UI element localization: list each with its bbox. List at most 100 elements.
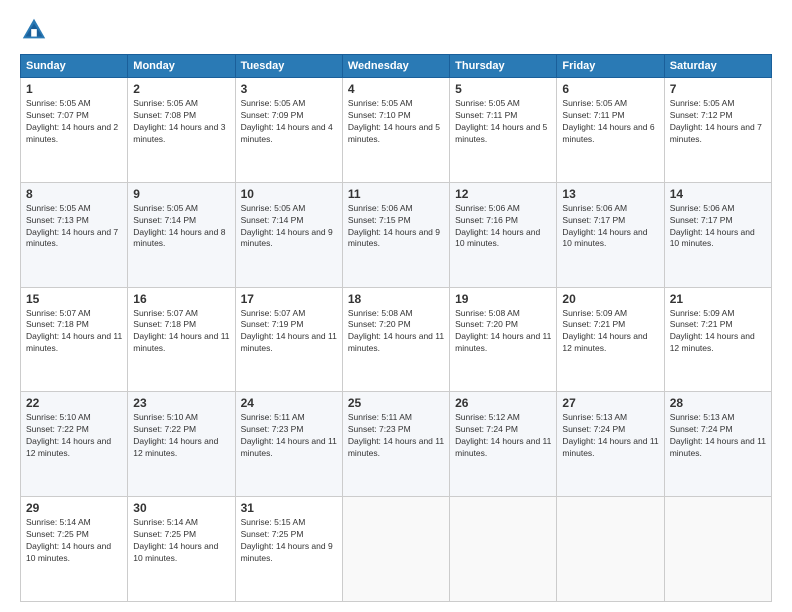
day-info: Sunrise: 5:07 AM Sunset: 7:18 PM Dayligh… xyxy=(133,308,229,356)
calendar-cell: 22 Sunrise: 5:10 AM Sunset: 7:22 PM Dayl… xyxy=(21,392,128,497)
daylight-label: Daylight: 14 hours and 9 minutes. xyxy=(241,541,333,563)
sunset-label: Sunset: 7:14 PM xyxy=(133,215,196,225)
sunset-label: Sunset: 7:09 PM xyxy=(241,110,304,120)
calendar-cell: 9 Sunrise: 5:05 AM Sunset: 7:14 PM Dayli… xyxy=(128,182,235,287)
day-info: Sunrise: 5:06 AM Sunset: 7:15 PM Dayligh… xyxy=(348,203,444,251)
day-number: 1 xyxy=(26,82,122,96)
calendar-cell: 7 Sunrise: 5:05 AM Sunset: 7:12 PM Dayli… xyxy=(664,78,771,183)
calendar-cell: 2 Sunrise: 5:05 AM Sunset: 7:08 PM Dayli… xyxy=(128,78,235,183)
sunset-label: Sunset: 7:15 PM xyxy=(348,215,411,225)
calendar-cell: 26 Sunrise: 5:12 AM Sunset: 7:24 PM Dayl… xyxy=(450,392,557,497)
daylight-label: Daylight: 14 hours and 3 minutes. xyxy=(133,122,225,144)
day-number: 15 xyxy=(26,292,122,306)
day-info: Sunrise: 5:07 AM Sunset: 7:19 PM Dayligh… xyxy=(241,308,337,356)
day-info: Sunrise: 5:06 AM Sunset: 7:17 PM Dayligh… xyxy=(670,203,766,251)
sunrise-label: Sunrise: 5:13 AM xyxy=(670,412,735,422)
sunset-label: Sunset: 7:17 PM xyxy=(670,215,733,225)
day-info: Sunrise: 5:12 AM Sunset: 7:24 PM Dayligh… xyxy=(455,412,551,460)
day-number: 4 xyxy=(348,82,444,96)
day-info: Sunrise: 5:13 AM Sunset: 7:24 PM Dayligh… xyxy=(670,412,766,460)
day-header-monday: Monday xyxy=(128,55,235,78)
day-info: Sunrise: 5:09 AM Sunset: 7:21 PM Dayligh… xyxy=(562,308,658,356)
sunset-label: Sunset: 7:14 PM xyxy=(241,215,304,225)
day-info: Sunrise: 5:05 AM Sunset: 7:07 PM Dayligh… xyxy=(26,98,122,146)
sunrise-label: Sunrise: 5:10 AM xyxy=(26,412,91,422)
day-number: 25 xyxy=(348,396,444,410)
day-number: 20 xyxy=(562,292,658,306)
day-info: Sunrise: 5:15 AM Sunset: 7:25 PM Dayligh… xyxy=(241,517,337,565)
daylight-label: Daylight: 14 hours and 9 minutes. xyxy=(348,227,440,249)
daylight-label: Daylight: 14 hours and 11 minutes. xyxy=(348,436,444,458)
day-number: 5 xyxy=(455,82,551,96)
day-info: Sunrise: 5:14 AM Sunset: 7:25 PM Dayligh… xyxy=(26,517,122,565)
sunset-label: Sunset: 7:18 PM xyxy=(133,319,196,329)
sunset-label: Sunset: 7:19 PM xyxy=(241,319,304,329)
day-info: Sunrise: 5:05 AM Sunset: 7:10 PM Dayligh… xyxy=(348,98,444,146)
day-header-tuesday: Tuesday xyxy=(235,55,342,78)
daylight-label: Daylight: 14 hours and 11 minutes. xyxy=(241,436,337,458)
sunset-label: Sunset: 7:24 PM xyxy=(562,424,625,434)
sunrise-label: Sunrise: 5:06 AM xyxy=(455,203,520,213)
sunset-label: Sunset: 7:17 PM xyxy=(562,215,625,225)
calendar-week-row: 1 Sunrise: 5:05 AM Sunset: 7:07 PM Dayli… xyxy=(21,78,772,183)
sunset-label: Sunset: 7:07 PM xyxy=(26,110,89,120)
day-number: 7 xyxy=(670,82,766,96)
day-number: 18 xyxy=(348,292,444,306)
day-info: Sunrise: 5:05 AM Sunset: 7:12 PM Dayligh… xyxy=(670,98,766,146)
daylight-label: Daylight: 14 hours and 10 minutes. xyxy=(26,541,111,563)
daylight-label: Daylight: 14 hours and 11 minutes. xyxy=(133,331,229,353)
day-header-wednesday: Wednesday xyxy=(342,55,449,78)
sunset-label: Sunset: 7:11 PM xyxy=(562,110,624,120)
calendar-cell: 11 Sunrise: 5:06 AM Sunset: 7:15 PM Dayl… xyxy=(342,182,449,287)
sunset-label: Sunset: 7:25 PM xyxy=(26,529,89,539)
day-number: 2 xyxy=(133,82,229,96)
calendar-cell xyxy=(342,497,449,602)
sunset-label: Sunset: 7:21 PM xyxy=(562,319,625,329)
daylight-label: Daylight: 14 hours and 11 minutes. xyxy=(455,436,551,458)
sunrise-label: Sunrise: 5:15 AM xyxy=(241,517,306,527)
sunset-label: Sunset: 7:21 PM xyxy=(670,319,733,329)
calendar-cell: 31 Sunrise: 5:15 AM Sunset: 7:25 PM Dayl… xyxy=(235,497,342,602)
day-number: 14 xyxy=(670,187,766,201)
sunrise-label: Sunrise: 5:05 AM xyxy=(26,203,91,213)
daylight-label: Daylight: 14 hours and 5 minutes. xyxy=(348,122,440,144)
day-number: 29 xyxy=(26,501,122,515)
calendar-table: SundayMondayTuesdayWednesdayThursdayFrid… xyxy=(20,54,772,602)
day-info: Sunrise: 5:10 AM Sunset: 7:22 PM Dayligh… xyxy=(133,412,229,460)
day-number: 12 xyxy=(455,187,551,201)
sunrise-label: Sunrise: 5:05 AM xyxy=(562,98,627,108)
day-number: 11 xyxy=(348,187,444,201)
calendar-header-row: SundayMondayTuesdayWednesdayThursdayFrid… xyxy=(21,55,772,78)
day-number: 19 xyxy=(455,292,551,306)
daylight-label: Daylight: 14 hours and 11 minutes. xyxy=(241,331,337,353)
day-info: Sunrise: 5:10 AM Sunset: 7:22 PM Dayligh… xyxy=(26,412,122,460)
day-number: 6 xyxy=(562,82,658,96)
calendar-cell: 27 Sunrise: 5:13 AM Sunset: 7:24 PM Dayl… xyxy=(557,392,664,497)
sunset-label: Sunset: 7:10 PM xyxy=(348,110,411,120)
sunrise-label: Sunrise: 5:14 AM xyxy=(26,517,91,527)
sunrise-label: Sunrise: 5:08 AM xyxy=(455,308,520,318)
sunrise-label: Sunrise: 5:07 AM xyxy=(241,308,306,318)
logo-icon xyxy=(20,16,48,44)
daylight-label: Daylight: 14 hours and 10 minutes. xyxy=(562,227,647,249)
sunrise-label: Sunrise: 5:05 AM xyxy=(26,98,91,108)
daylight-label: Daylight: 14 hours and 12 minutes. xyxy=(133,436,218,458)
day-number: 26 xyxy=(455,396,551,410)
daylight-label: Daylight: 14 hours and 8 minutes. xyxy=(133,227,225,249)
sunset-label: Sunset: 7:08 PM xyxy=(133,110,196,120)
calendar-cell: 17 Sunrise: 5:07 AM Sunset: 7:19 PM Dayl… xyxy=(235,287,342,392)
daylight-label: Daylight: 14 hours and 11 minutes. xyxy=(348,331,444,353)
sunset-label: Sunset: 7:20 PM xyxy=(455,319,518,329)
sunrise-label: Sunrise: 5:14 AM xyxy=(133,517,198,527)
sunrise-label: Sunrise: 5:06 AM xyxy=(348,203,413,213)
calendar-cell: 6 Sunrise: 5:05 AM Sunset: 7:11 PM Dayli… xyxy=(557,78,664,183)
calendar-week-row: 15 Sunrise: 5:07 AM Sunset: 7:18 PM Dayl… xyxy=(21,287,772,392)
sunset-label: Sunset: 7:11 PM xyxy=(455,110,517,120)
calendar-cell: 13 Sunrise: 5:06 AM Sunset: 7:17 PM Dayl… xyxy=(557,182,664,287)
calendar-cell: 4 Sunrise: 5:05 AM Sunset: 7:10 PM Dayli… xyxy=(342,78,449,183)
daylight-label: Daylight: 14 hours and 7 minutes. xyxy=(26,227,118,249)
calendar-cell: 18 Sunrise: 5:08 AM Sunset: 7:20 PM Dayl… xyxy=(342,287,449,392)
sunrise-label: Sunrise: 5:12 AM xyxy=(455,412,520,422)
sunrise-label: Sunrise: 5:07 AM xyxy=(133,308,198,318)
day-number: 30 xyxy=(133,501,229,515)
